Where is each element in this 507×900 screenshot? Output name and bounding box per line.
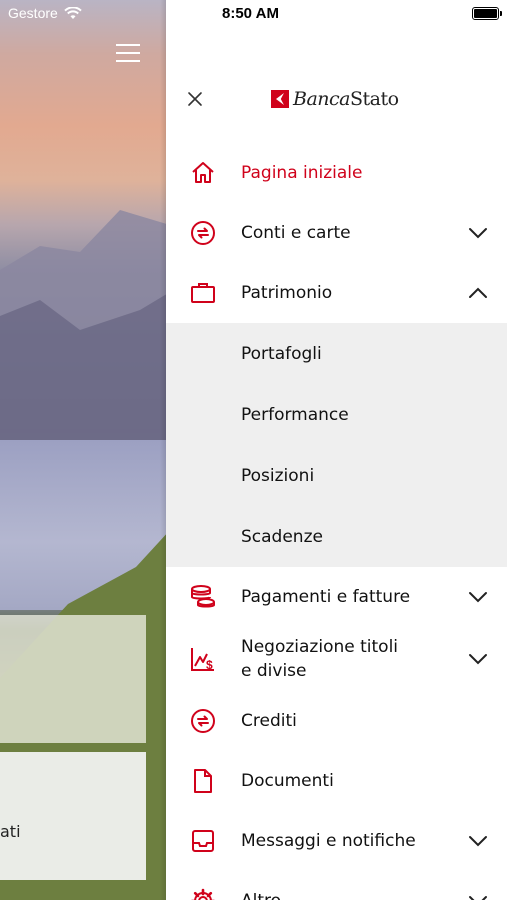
menu-item-payments[interactable]: Pagamenti e fatture [166,567,507,627]
card-text: ati [0,822,21,841]
menu-item-label: Messaggi e notifiche [241,831,416,851]
menu-item-label: Altro [241,891,281,900]
menu-item-accounts[interactable]: Conti e carte [166,203,507,263]
submenu-item-positions[interactable]: Posizioni [166,445,507,506]
menu-item-label: Pagamenti e fatture [241,587,411,607]
chevron-down-icon[interactable] [467,222,489,244]
menu-item-label: Conti e carte [241,223,351,243]
coins-icon [191,585,215,608]
background-card[interactable]: ati [0,752,146,880]
menu-item-home[interactable]: Pagina iniziale [166,143,507,203]
submenu-item-portfolios[interactable]: Portafogli [166,323,507,384]
menu-item-wealth[interactable]: Patrimonio [166,263,507,323]
trading-chart-icon: $ [191,648,214,672]
chevron-down-icon[interactable] [467,830,489,852]
menu-list: Pagina iniziale Conti e carte Patrimonio [166,143,507,900]
hamburger-menu-icon[interactable] [116,44,140,62]
bank-logo: BancaStato [271,88,399,110]
menu-item-documents[interactable]: Documenti [166,751,507,811]
menu-item-label: Documenti [241,771,334,791]
document-icon [194,769,212,793]
transfer-icon [191,221,215,245]
menu-item-credits[interactable]: Crediti [166,691,507,751]
carrier-label: Gestore [8,5,58,21]
menu-item-messages[interactable]: Messaggi e notifiche [166,811,507,871]
submenu-item-label: Posizioni [241,465,315,486]
submenu-item-label: Scadenze [241,526,323,547]
status-time: 8:50 AM [222,5,279,22]
inbox-icon [192,830,214,852]
navigation-drawer: 8:50 AM BancaStato Pagina iniziale Conti… [166,0,507,900]
submenu-item-maturities[interactable]: Scadenze [166,506,507,567]
menu-item-label: Negoziazione titoli e divise [241,637,399,681]
submenu-item-label: Portafogli [241,343,322,364]
chevron-down-icon[interactable] [467,586,489,608]
home-icon [192,162,214,183]
briefcase-icon [191,283,215,303]
menu-item-other[interactable]: Altro [166,871,507,900]
chevron-down-icon[interactable] [467,890,489,900]
close-icon[interactable] [184,88,206,110]
chevron-up-icon[interactable] [467,282,489,304]
logo-mark-icon [271,90,289,108]
wifi-icon [64,6,82,19]
menu-item-label: Crediti [241,711,297,731]
battery-icon [472,7,502,20]
status-bar-left: Gestore [8,5,82,21]
menu-item-label: Patrimonio [241,283,333,303]
logo-text: BancaStato [293,88,399,110]
chevron-down-icon[interactable] [467,648,489,670]
menu-item-label: Pagina iniziale [241,163,363,183]
wealth-submenu: Portafogli Performance Posizioni Scadenz… [166,323,507,567]
svg-text:$: $ [206,658,213,672]
background-card[interactable] [0,615,146,743]
submenu-item-performance[interactable]: Performance [166,384,507,445]
menu-item-trading[interactable]: $ Negoziazione titoli e divise [166,627,507,691]
gear-icon [191,888,215,900]
submenu-item-label: Performance [241,404,349,425]
transfer-icon [191,709,215,733]
